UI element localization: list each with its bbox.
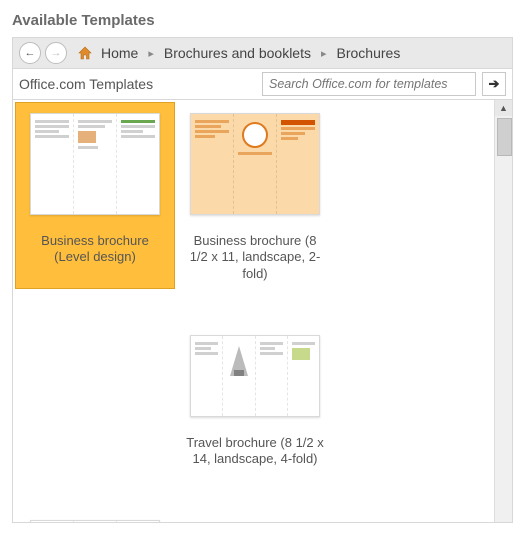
- template-item[interactable]: Event marketing brochure (Accessory desi…: [15, 474, 175, 522]
- template-thumbnail: [190, 113, 320, 215]
- search-row: Office.com Templates ➔: [12, 69, 513, 100]
- template-label: Business brochure (8 1/2 x 11, landscape…: [182, 233, 328, 282]
- scrollbar[interactable]: ▲ ▼: [494, 100, 512, 522]
- template-thumbnail: [30, 520, 160, 522]
- crumb-category[interactable]: Brochures and booklets: [160, 45, 315, 61]
- template-item[interactable]: Travel brochure (8 1/2 x 14, landscape, …: [175, 289, 335, 475]
- template-item-selected[interactable]: Business brochure (Level design): [15, 102, 175, 289]
- section-title: Available Templates: [12, 12, 513, 29]
- search-source-label: Office.com Templates: [19, 76, 262, 92]
- scroll-up-button[interactable]: ▲: [495, 100, 512, 116]
- search-input[interactable]: [262, 72, 476, 96]
- template-item[interactable]: Business brochure (8 1/2 x 11, landscape…: [175, 102, 335, 289]
- breadcrumb: ← → Home ▸ Brochures and booklets ▸ Broc…: [12, 37, 513, 69]
- nav-back-button[interactable]: ←: [19, 42, 41, 64]
- template-label: Business brochure (Level design): [22, 233, 168, 266]
- content-area: Business brochure (Level design) Busines…: [12, 100, 513, 523]
- template-thumbnail: [30, 113, 160, 215]
- home-icon: [77, 45, 93, 61]
- templates-pane: Available Templates ← → Home ▸ Brochures…: [0, 0, 525, 523]
- nav-forward-button[interactable]: →: [45, 42, 67, 64]
- templates-grid: Business brochure (Level design) Busines…: [13, 100, 494, 522]
- crumb-home[interactable]: Home: [97, 45, 142, 61]
- crumb-subcategory[interactable]: Brochures: [333, 45, 405, 61]
- template-label: Travel brochure (8 1/2 x 14, landscape, …: [182, 435, 328, 468]
- chevron-right-icon: ▸: [146, 47, 156, 60]
- template-thumbnail: [190, 335, 320, 417]
- chevron-right-icon: ▸: [319, 47, 329, 60]
- scroll-thumb[interactable]: [497, 118, 512, 156]
- search-go-button[interactable]: ➔: [482, 72, 506, 96]
